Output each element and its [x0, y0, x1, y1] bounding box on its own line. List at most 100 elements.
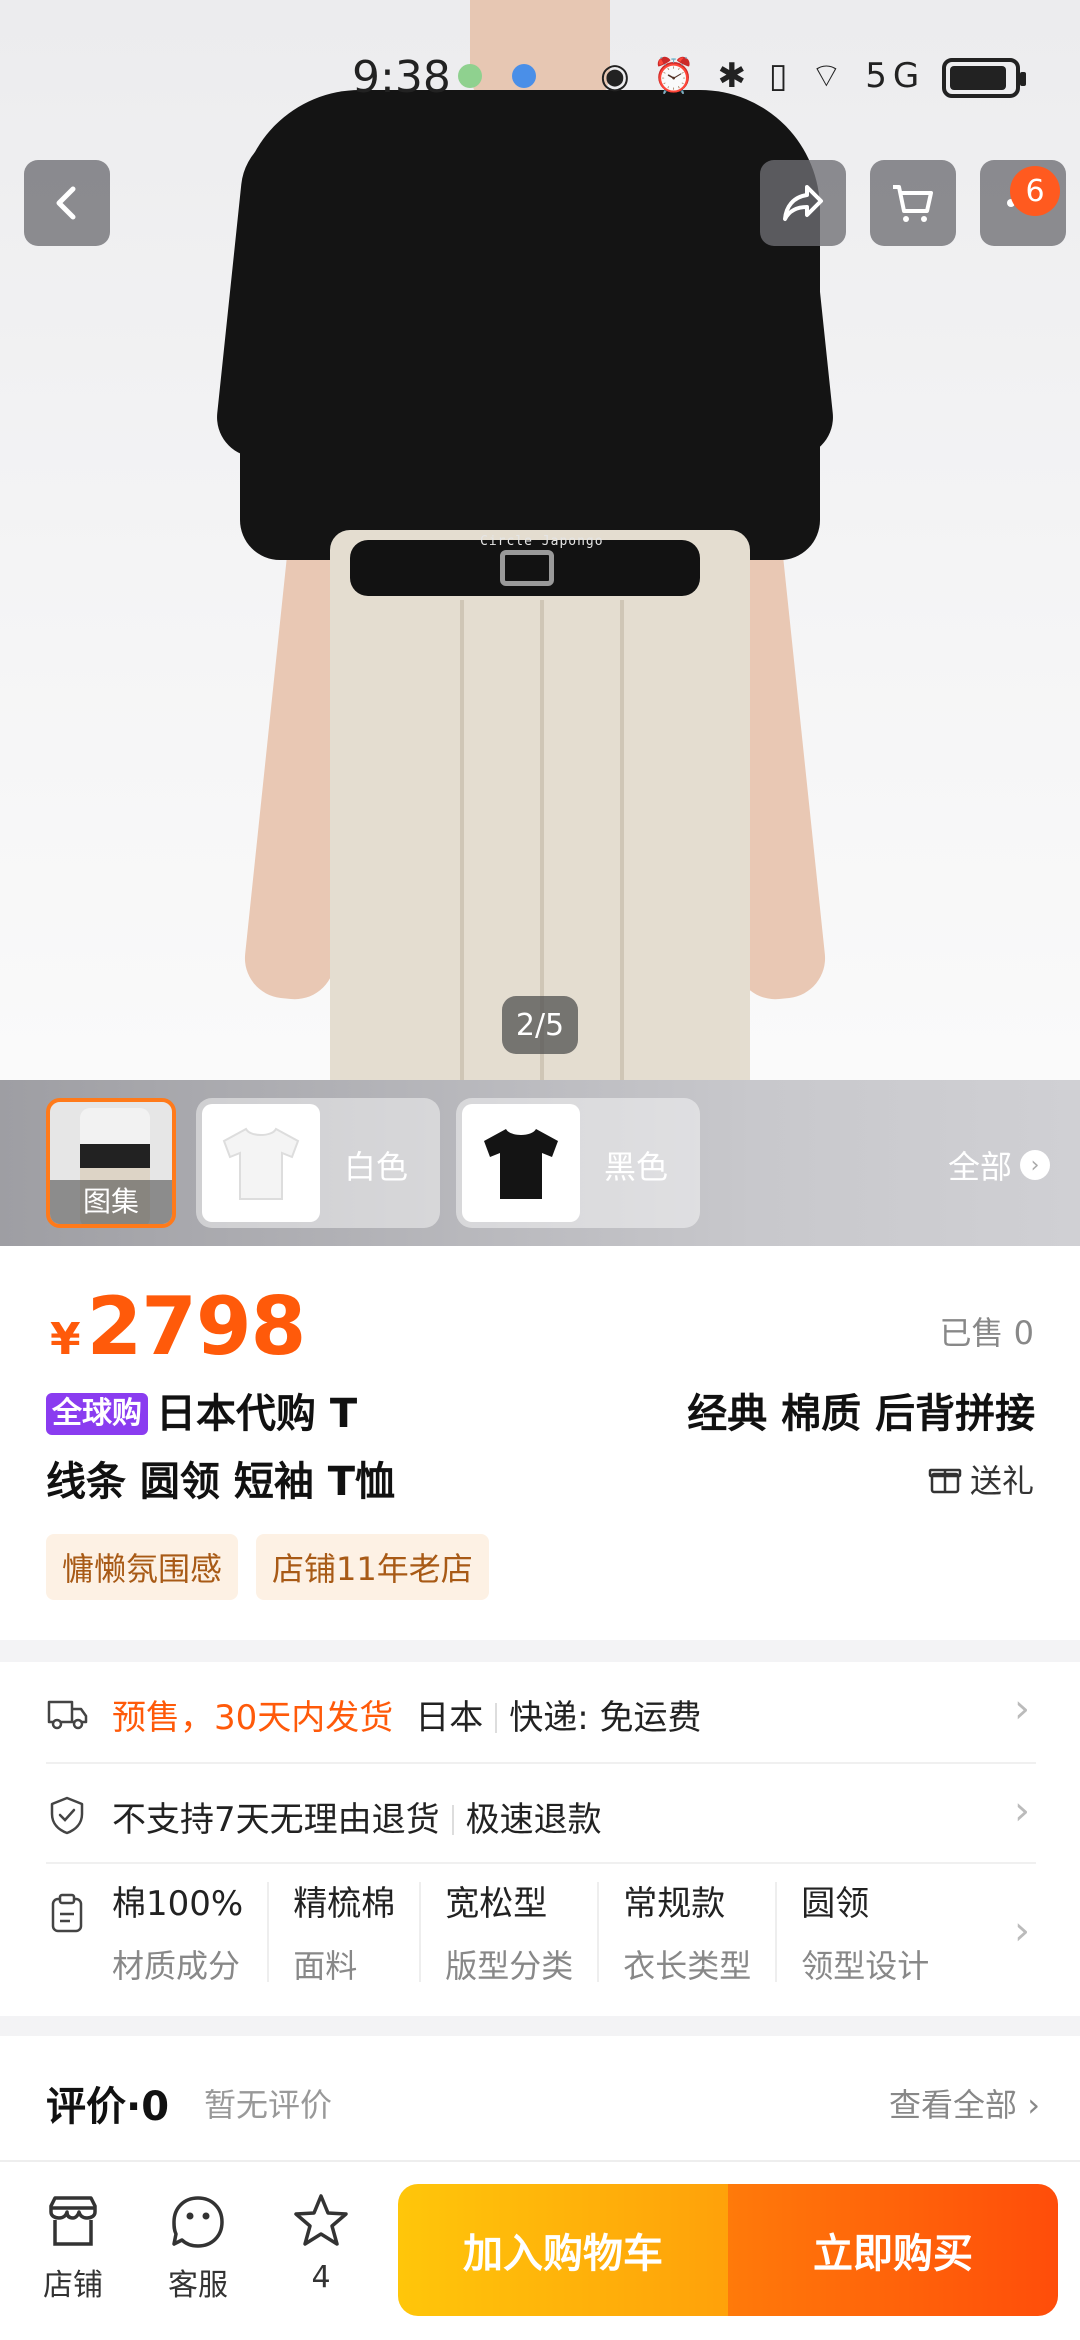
attribute-value: 精梳棉 — [293, 1884, 396, 1924]
bottom-action-bar: 店铺 客服 4 加入购物车 立即购买 — [0, 2160, 1080, 2340]
attribute-key: 领型设计 — [801, 1947, 930, 1985]
product-info-card: ¥ 2798 已售 0 全球购 日本代购 T 经典 棉质 后背拼接线条 圆领 短袖 … — [0, 1246, 1080, 1640]
chevron-right-icon: › — [1027, 2086, 1040, 2124]
chevron-right-icon: › — [1014, 1908, 1030, 1954]
currency-symbol: ¥ — [50, 1314, 81, 1365]
product-price: ¥ 2798 — [50, 1280, 307, 1373]
truck-icon — [47, 1700, 88, 1730]
refund-policy: 极速退款 — [465, 1800, 602, 1840]
attribute-fit: 宽松型 版型分类 — [445, 1882, 600, 1985]
shop-button[interactable]: 店铺 — [18, 2190, 128, 2304]
product-tags: 慵懒氛围感 店铺11年老店 — [46, 1534, 489, 1600]
variant-white-label: 白色 — [344, 1148, 409, 1186]
view-all-variants[interactable]: 全部 › — [948, 1142, 1050, 1188]
belt-buckle — [500, 550, 554, 586]
attribute-key: 面料 — [293, 1947, 358, 1985]
variant-black-label: 黑色 — [604, 1148, 669, 1186]
shipping-express: 快递: 免运费 — [509, 1698, 702, 1738]
app-notification-icon — [512, 64, 536, 88]
share-button[interactable] — [760, 160, 846, 246]
shop-label: 店铺 — [43, 2268, 103, 2303]
gallery-thumbnail-label: 图集 — [50, 1180, 172, 1224]
favorite-count: 4 — [311, 2260, 331, 2295]
chevron-right-icon: › — [1014, 1788, 1030, 1834]
returns-row[interactable]: 不支持7天无理由退货 极速退款 › — [46, 1764, 1036, 1864]
chat-face-icon — [172, 2196, 224, 2248]
attribute-key: 版型分类 — [445, 1947, 574, 1985]
favorite-button[interactable]: 4 — [266, 2190, 376, 2295]
attribute-material: 棉100% 材质成分 — [112, 1882, 270, 1985]
shield-icon — [50, 1796, 84, 1835]
share-icon — [783, 185, 823, 221]
gift-label: 送礼 — [969, 1462, 1034, 1500]
shipping-presale: 预售，30天内发货 — [112, 1698, 394, 1738]
divider — [495, 1703, 498, 1733]
app-notification-icon — [458, 64, 482, 88]
attribute-value: 常规款 — [623, 1884, 726, 1924]
shipping-row[interactable]: 预售，30天内发货 日本 快递: 免运费 › — [46, 1662, 1036, 1764]
sold-count: 已售 0 — [939, 1314, 1034, 1352]
cart-count-badge: 6 — [1010, 166, 1060, 216]
status-bar: 9:38 ◉ ⏰ ✱ ▯ ⌔ 5G — [0, 40, 1080, 120]
white-tshirt-icon — [222, 1127, 300, 1200]
shipping-origin: 日本 — [415, 1698, 484, 1738]
clipboard-icon — [51, 1893, 83, 1933]
product-attributes: 棉100% 材质成分 精梳棉 面料 宽松型 版型分类 常规款 衣长类型 圆领 领… — [112, 1882, 977, 1985]
price-value: 2798 — [86, 1280, 307, 1373]
attributes-row[interactable]: 棉100% 材质成分 精梳棉 面料 宽松型 版型分类 常规款 衣长类型 圆领 领… — [46, 1864, 1036, 2016]
product-tag: 店铺11年老店 — [256, 1534, 489, 1600]
system-status-icons: ◉ ⏰ ✱ ▯ ⌔ 5G — [600, 56, 926, 96]
attribute-key: 材质成分 — [112, 1947, 241, 1985]
back-button[interactable] — [24, 160, 110, 246]
add-to-cart-button[interactable]: 加入购物车 — [398, 2184, 728, 2316]
variant-black-image — [462, 1104, 580, 1222]
customer-service-label: 客服 — [168, 2268, 228, 2303]
black-tshirt-icon — [484, 1129, 558, 1199]
black-tshirt — [240, 90, 820, 560]
returns-policy: 不支持7天无理由退货 — [112, 1800, 440, 1840]
attribute-collar: 圆领 领型设计 — [801, 1882, 953, 1985]
image-watermark: Circle Japongo — [480, 534, 604, 549]
chevron-left-icon — [56, 186, 76, 220]
reviews-section: 评价·0 暂无评价 查看全部 › — [0, 2036, 1080, 2160]
attribute-key: 衣长类型 — [623, 1947, 752, 1985]
view-all-variants-label: 全部 — [947, 1148, 1012, 1186]
attribute-length: 常规款 衣长类型 — [623, 1882, 778, 1985]
shop-icon — [49, 2196, 97, 2246]
reviews-title: 评价·0 — [46, 2084, 170, 2130]
pants-fold — [460, 600, 464, 1080]
pants-fold — [620, 600, 624, 1080]
attribute-value: 棉100% — [112, 1884, 244, 1924]
divider — [451, 1805, 454, 1835]
product-title[interactable]: 全球购 日本代购 T 经典 棉质 后背拼接线条 圆领 短袖 T恤 — [46, 1380, 1036, 1516]
product-tag: 慵懒氛围感 — [46, 1534, 239, 1600]
view-all-reviews-label: 查看全部 — [889, 2086, 1018, 2124]
view-all-reviews[interactable]: 查看全部 › — [889, 2080, 1040, 2126]
gallery-thumbnail[interactable]: 图集 — [46, 1098, 176, 1228]
variant-black[interactable]: 黑色 — [456, 1098, 700, 1228]
chevron-right-icon: › — [1020, 1150, 1050, 1180]
shipping-info: 预售，30天内发货 日本 快递: 免运费 — [112, 1690, 702, 1739]
variant-white[interactable]: 白色 — [196, 1098, 440, 1228]
battery-icon — [942, 58, 1026, 98]
cart-button[interactable] — [870, 160, 956, 246]
variant-thumbnail-strip: 图集 白色 黑色 全部 › — [0, 1080, 1080, 1246]
buy-now-button[interactable]: 立即购买 — [728, 2184, 1058, 2316]
product-title-part1: 日本代购 T — [156, 1391, 358, 1437]
gift-button[interactable]: 送礼 — [928, 1456, 1034, 1502]
returns-info: 不支持7天无理由退货 极速退款 — [112, 1792, 602, 1841]
attribute-value: 宽松型 — [445, 1884, 548, 1924]
customer-service-button[interactable]: 客服 — [143, 2190, 253, 2304]
service-card: 预售，30天内发货 日本 快递: 免运费 › 不支持7天无理由退货 极速退款 › 棉1… — [0, 1662, 1080, 2016]
attribute-fabric: 精梳棉 面料 — [293, 1882, 422, 1985]
attribute-value: 圆领 — [801, 1884, 870, 1924]
status-time: 9:38 — [352, 52, 451, 103]
reviews-empty: 暂无评价 — [204, 2086, 333, 2124]
gift-icon — [928, 1468, 962, 1494]
battery-level — [950, 66, 1006, 90]
chevron-right-icon: › — [1014, 1686, 1030, 1732]
global-purchase-tag: 全球购 — [46, 1393, 148, 1435]
star-icon — [294, 2194, 348, 2246]
cart-icon — [893, 185, 933, 222]
image-counter: 2/5 — [502, 996, 578, 1054]
